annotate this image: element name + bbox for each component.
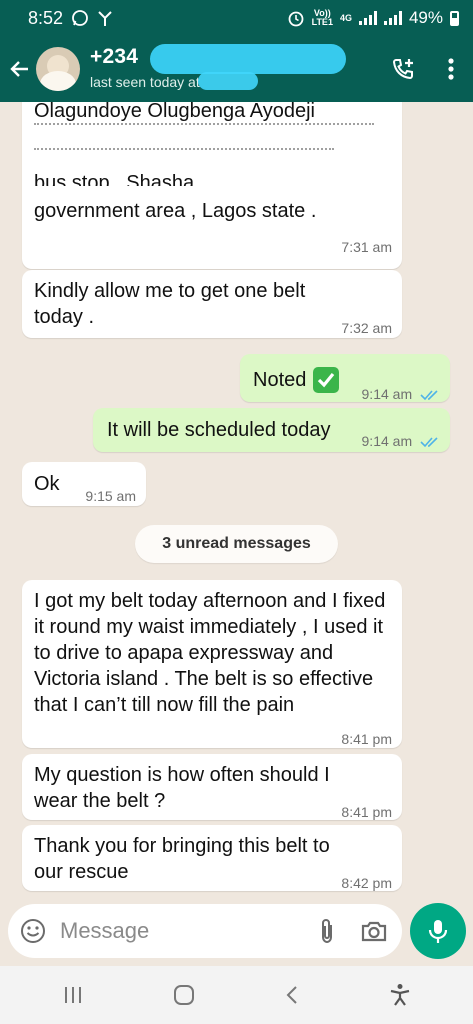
whatsapp-icon [72,10,88,26]
message-bubble[interactable]: Thank you for bringing this belt to our … [22,825,402,891]
battery-icon [450,10,459,26]
signal-strength-icon-2 [383,11,402,25]
redaction-mark-2 [198,72,258,90]
message-bubble[interactable]: Noted 9:14 am [240,354,450,402]
double-check-icon [420,437,438,448]
contact-info[interactable]: +234 last seen today at [90,36,377,102]
contact-name: +234 [90,45,139,68]
mic-button[interactable] [410,903,466,959]
battery-percent: 49% [408,8,443,27]
add-call-icon [392,59,413,80]
double-check-icon [420,390,438,401]
system-nav-bar [0,966,473,1024]
menu-button[interactable] [429,36,473,102]
signal-strength-icon [358,11,377,25]
message-text: Olagundoye Olugbenga Ayodeji [34,102,315,122]
back-button[interactable] [2,36,38,102]
add-call-button[interactable] [377,36,429,102]
avatar[interactable] [36,47,80,91]
message-text: It will be scheduled today [107,419,331,441]
message-text: Ok [34,473,60,495]
alarm-icon [288,11,304,27]
message-bubble[interactable]: Olagundoye Olugbenga Ayodeji bus stop , … [22,102,402,269]
message-bubble[interactable]: Kindly allow me to get one belt today . … [22,270,402,338]
antenna-icon [98,11,112,26]
message-text: Thank you for bringing this belt to our … [34,835,330,883]
message-input[interactable]: Message [60,918,316,944]
message-time: 8:42 pm [341,875,392,891]
message-time: 7:31 am [341,239,392,255]
message-list[interactable]: Olagundoye Olugbenga Ayodeji bus stop , … [0,102,473,972]
microphone-icon [428,920,448,943]
volte-indicator: Vo)) LTE1 [311,8,333,27]
message-bubble[interactable]: It will be scheduled today 9:14 am [93,408,450,452]
message-time: 9:14 am [362,381,440,407]
message-text: My question is how often should I wear t… [34,764,330,812]
last-seen: last seen today at [90,74,200,90]
message-time: 8:41 pm [341,804,392,820]
chat-header: +234 last seen today at [0,36,473,102]
message-bubble[interactable]: Ok 9:15 am [22,462,146,506]
message-composer[interactable]: Message [8,904,402,958]
message-text: Kindly allow me to get one belt today . [34,280,306,328]
message-text: government area , Lagos state . [34,200,317,222]
message-bubble[interactable]: I got my belt today afternoon and I fixe… [22,580,402,748]
message-time: 9:14 am [362,428,440,454]
accessibility-icon[interactable] [389,983,411,1007]
message-time: 9:15 am [85,488,136,504]
camera-icon[interactable] [360,919,388,943]
status-bar: 8:52 Vo)) LTE1 4G 49% [0,0,473,36]
message-bubble[interactable]: My question is how often should I wear t… [22,754,402,820]
smiley-icon[interactable] [20,918,46,944]
more-vertical-icon [448,58,454,80]
message-text: I got my belt today afternoon and I fixe… [34,590,386,716]
message-text: bus stop , Shasha , [34,172,206,186]
arrow-left-icon [10,61,28,77]
message-time: 8:41 pm [341,731,392,747]
message-text: Noted [253,369,307,391]
status-time: 8:52 [28,7,64,28]
back-nav-icon[interactable] [284,984,300,1006]
network-type: 4G [339,12,352,23]
unread-messages-divider: 3 unread messages [135,525,338,563]
home-icon[interactable] [173,984,195,1006]
recent-apps-icon[interactable] [62,985,84,1005]
check-mark-emoji-icon [313,367,340,393]
paperclip-icon[interactable] [316,917,338,945]
message-time: 7:32 am [341,320,392,336]
redaction-mark [150,44,346,74]
